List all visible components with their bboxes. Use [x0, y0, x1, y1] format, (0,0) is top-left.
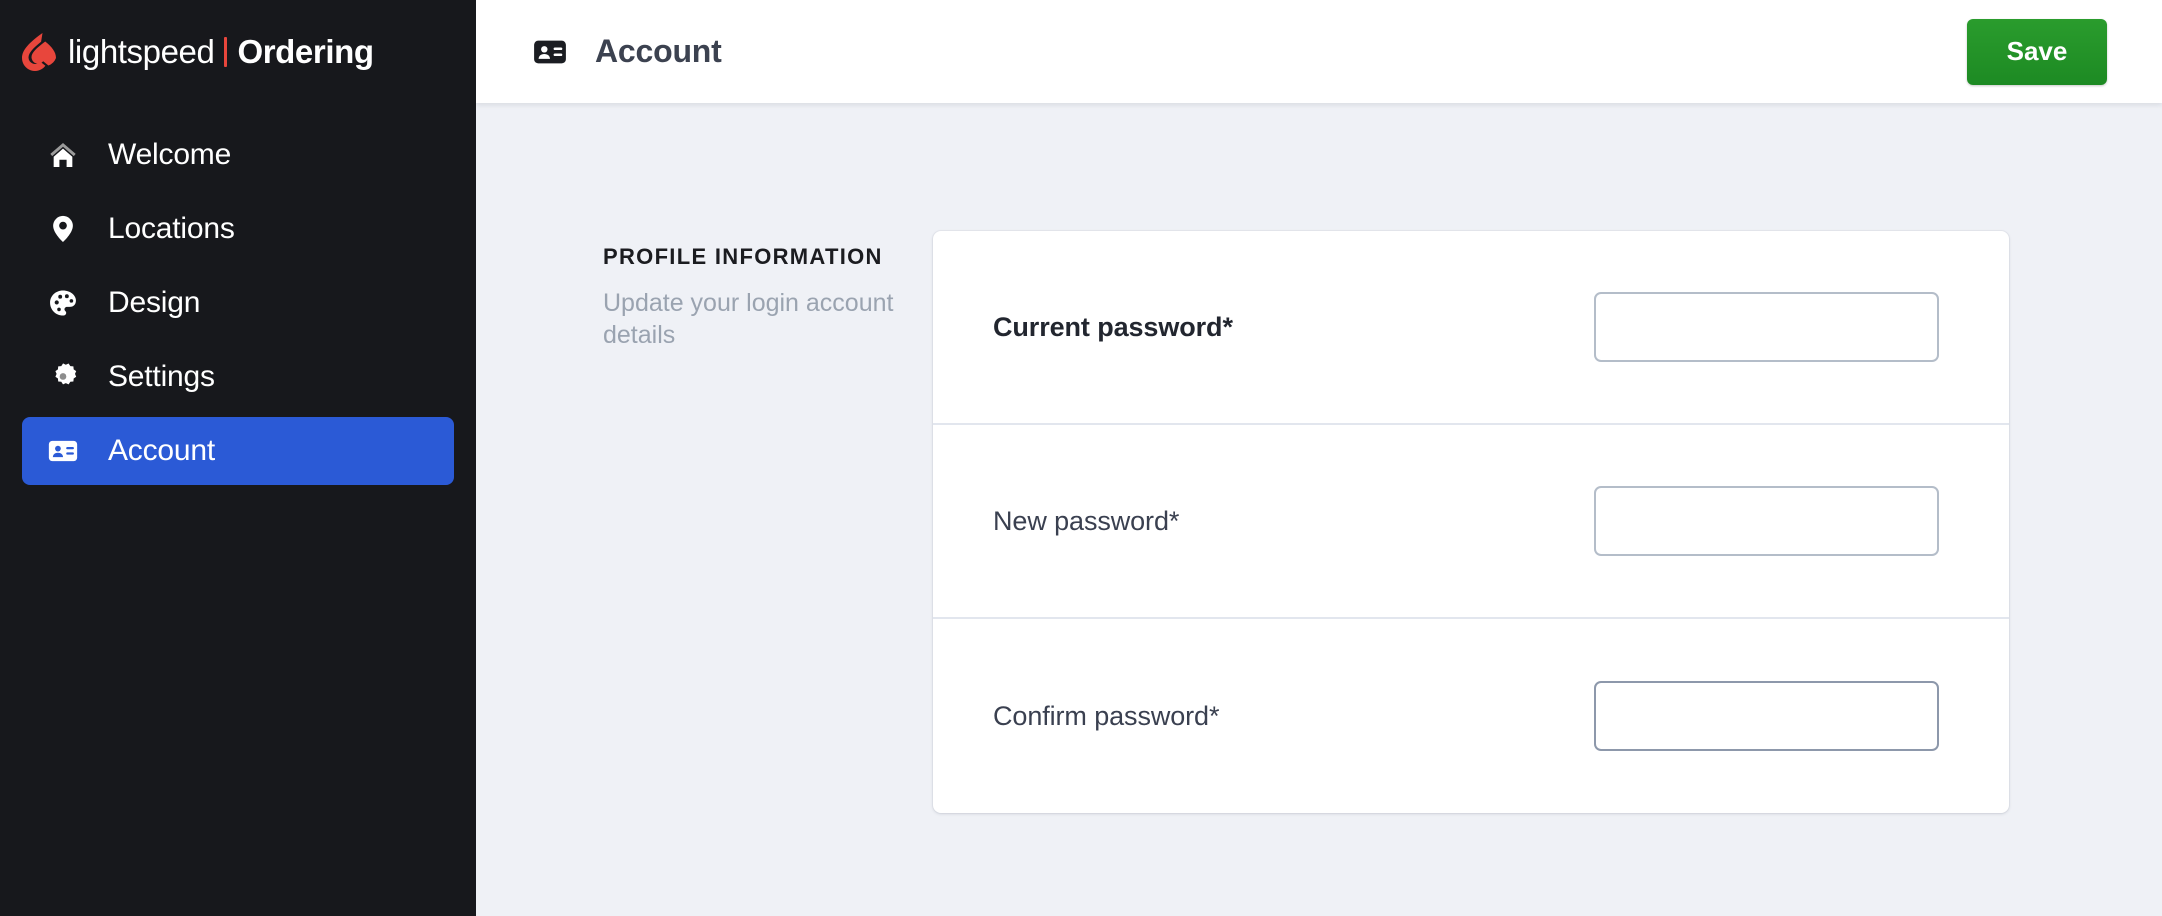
gear-icon: [44, 358, 82, 396]
current-password-input[interactable]: [1594, 292, 1939, 362]
page-header: Account Save: [476, 0, 2162, 103]
section-description: Update your login account details: [603, 289, 894, 350]
lightspeed-flame-icon: [20, 32, 58, 72]
confirm-password-input[interactable]: [1594, 681, 1939, 751]
section-info: PROFILE INFORMATION Update your login ac…: [603, 231, 933, 351]
new-password-label: New password*: [993, 505, 1180, 536]
section-title: PROFILE INFORMATION: [603, 244, 883, 269]
current-password-label: Current password*: [993, 311, 1233, 342]
brand-product: Ordering: [237, 32, 374, 70]
brand-name: lightspeed: [68, 32, 215, 70]
table-row: New password*: [933, 425, 2009, 619]
table-row: Current password*: [933, 231, 2009, 425]
page-content: PROFILE INFORMATION Update your login ac…: [476, 103, 2162, 916]
confirm-password-label: Confirm password*: [993, 700, 1220, 731]
sidebar-item-label: Design: [108, 286, 201, 319]
sidebar-item-welcome[interactable]: Welcome: [22, 121, 454, 189]
sidebar-item-settings[interactable]: Settings: [22, 343, 454, 411]
sidebar-item-design[interactable]: Design: [22, 269, 454, 337]
main-area: Account Save PROFILE INFORMATION Update …: [476, 0, 2162, 916]
brand-divider: [224, 36, 228, 67]
sidebar-item-account[interactable]: Account: [22, 417, 454, 485]
brand-logo[interactable]: lightspeed Ordering: [0, 0, 476, 103]
sidebar-item-label: Welcome: [108, 138, 232, 171]
brand-text: lightspeed Ordering: [68, 33, 374, 71]
password-form-card: Current password* New password* Confirm …: [933, 231, 2009, 813]
sidebar-item-locations[interactable]: Locations: [22, 195, 454, 263]
table-row: Confirm password*: [933, 619, 2009, 813]
app-root: lightspeed Ordering Welcome Locations De…: [0, 0, 2162, 916]
id-card-icon: [44, 432, 82, 470]
map-pin-icon: [44, 210, 82, 248]
sidebar: lightspeed Ordering Welcome Locations De…: [0, 0, 476, 916]
save-button[interactable]: Save: [1967, 18, 2107, 85]
sidebar-item-label: Settings: [108, 360, 215, 393]
sidebar-item-label: Locations: [108, 212, 235, 245]
sidebar-nav: Welcome Locations Design Settings Accoun…: [0, 103, 476, 485]
page-title: Account: [595, 33, 722, 69]
palette-icon: [44, 284, 82, 322]
id-card-icon: [531, 33, 569, 71]
home-icon: [44, 136, 82, 174]
new-password-input[interactable]: [1594, 486, 1939, 556]
profile-information-section: PROFILE INFORMATION Update your login ac…: [476, 231, 2162, 916]
sidebar-item-label: Account: [108, 434, 215, 467]
